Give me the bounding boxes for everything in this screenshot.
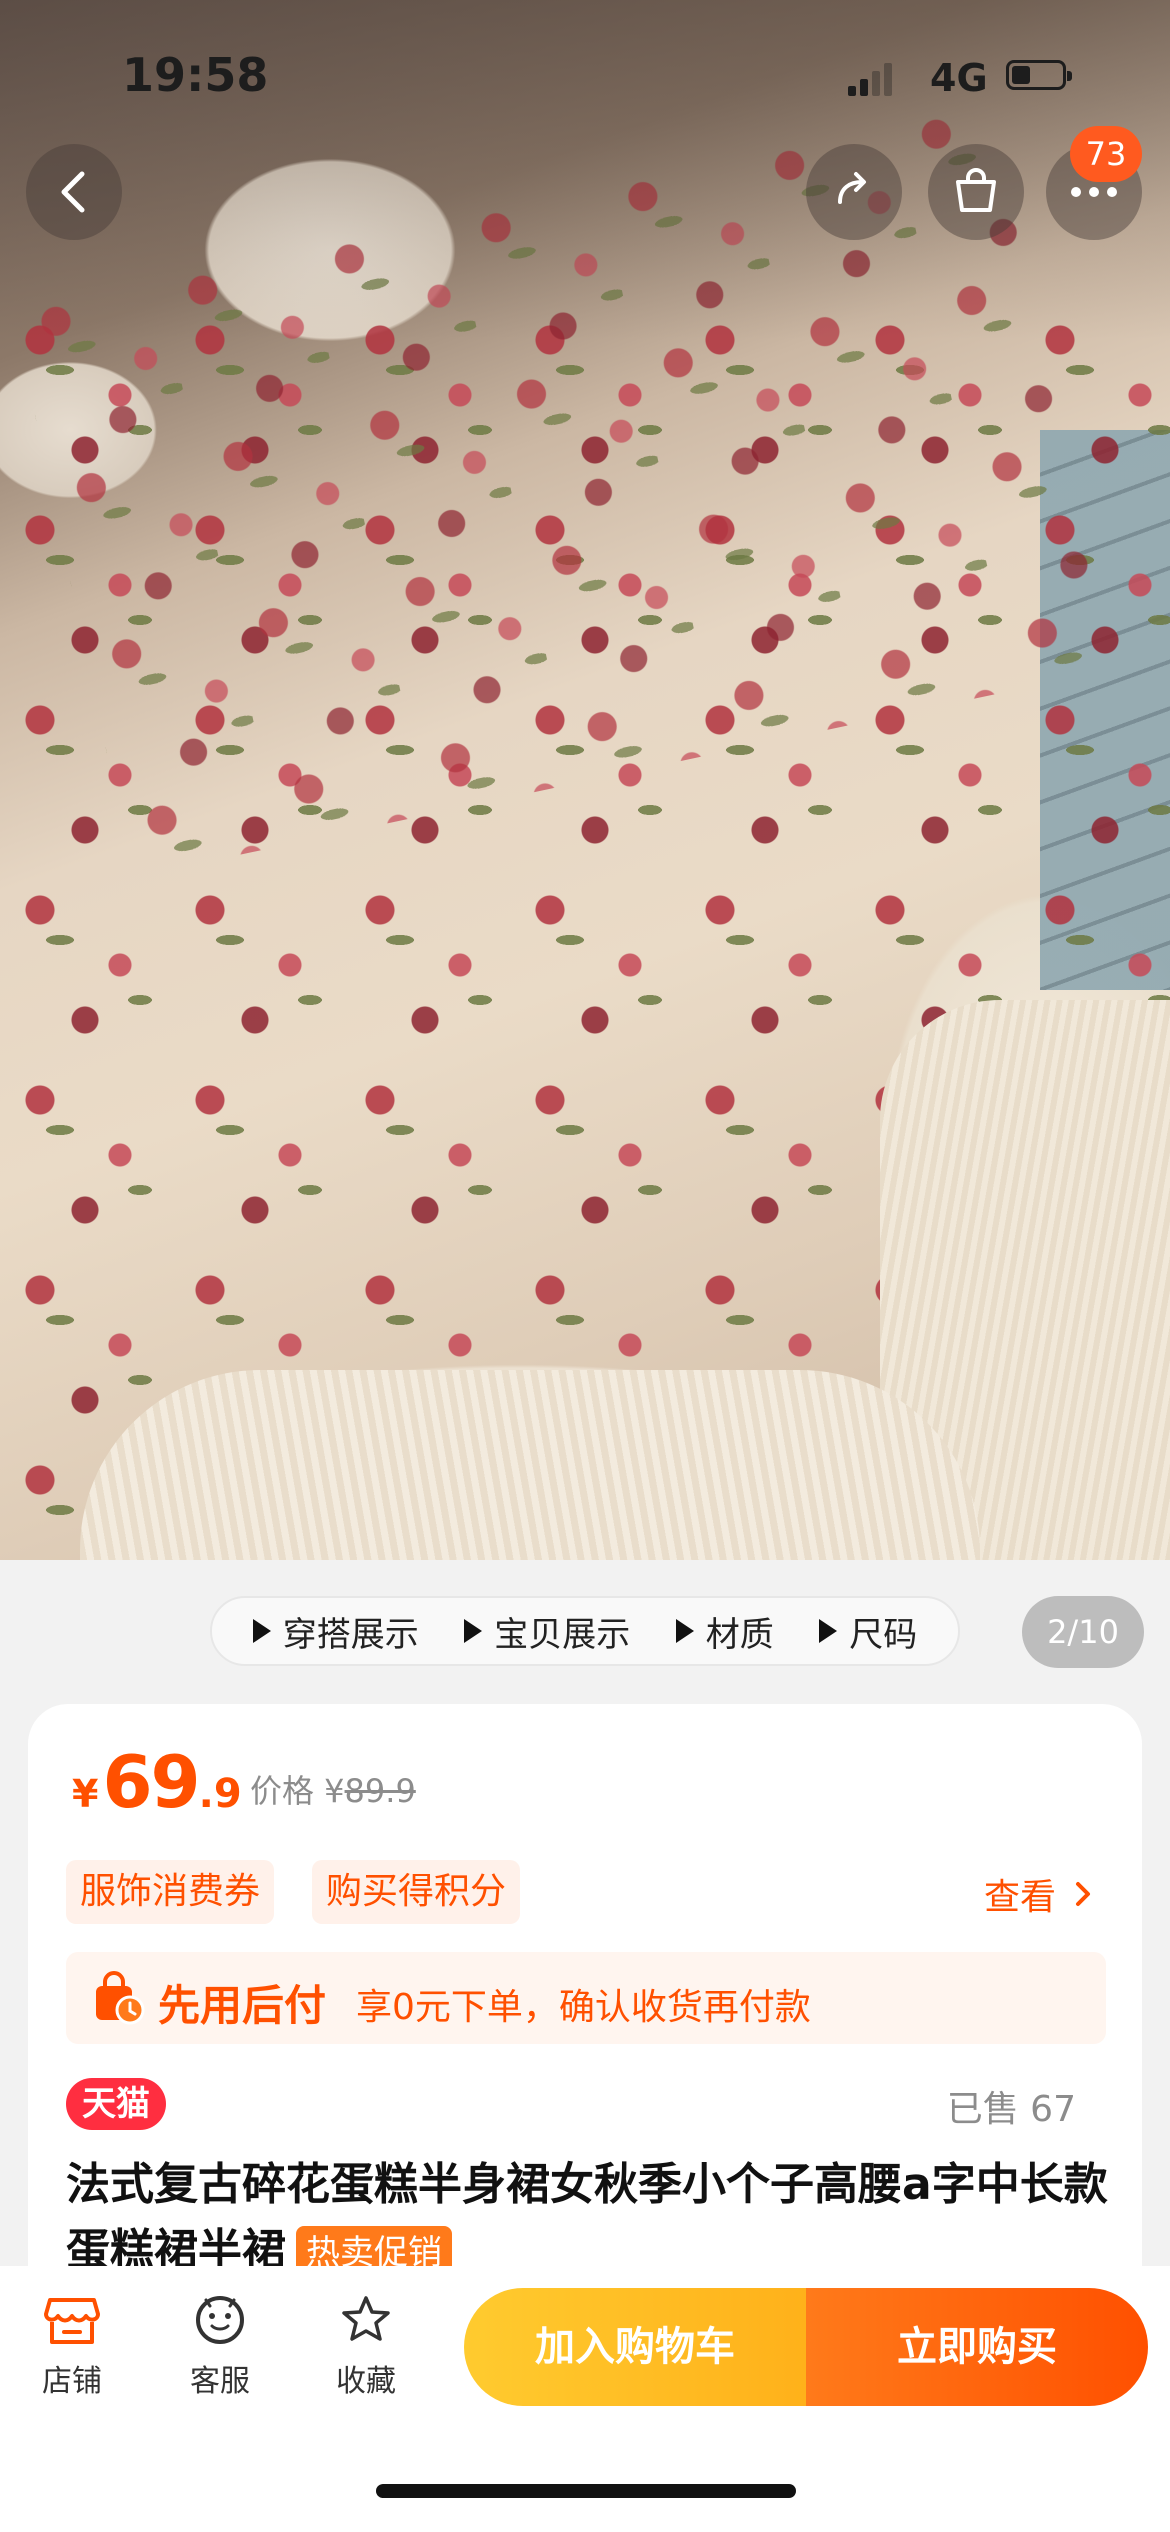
favorite-button[interactable]: 收藏 [306,2292,426,2400]
chevron-right-icon [1076,1882,1090,1906]
network-type: 4G [930,56,988,100]
signal-icon [848,62,896,96]
tab-material[interactable]: 材质 [675,1607,774,1656]
status-bar: 19:58 4G [0,0,1170,150]
tab-item[interactable]: 宝贝展示 [464,1607,630,1656]
cart-button[interactable] [928,144,1024,240]
shop-label: 店铺 [42,2364,102,2399]
view-promos-link[interactable]: 查看 [984,1868,1092,1920]
points-chip[interactable]: 购买得积分 [312,1860,521,1924]
original-price: 价格 ¥89.9 [250,1766,416,1812]
more-icon [1071,187,1117,197]
cart-count-badge: 73 [1070,126,1142,182]
purchase-buttons: 加入购物车 立即购买 [464,2288,1148,2406]
chat-face-icon [196,2296,244,2344]
play-icon [675,1619,694,1643]
favorite-label: 收藏 [336,2364,396,2399]
share-button[interactable] [806,144,902,240]
tab-label: 宝贝展示 [494,1614,631,1655]
gallery-tabs: 穿搭展示 宝贝展示 材质 尺码 [210,1596,960,1666]
product-title: 法式复古碎花蛋糕半身裙女秋季小个子高腰a字中长款蛋糕裙半裙 热卖促销 [66,2152,1116,2284]
shopping-bag-icon [96,1971,145,2025]
buy-now-button[interactable]: 立即购买 [806,2288,1148,2406]
cart-icon [956,168,996,212]
product-page: 19:58 4G 73 穿搭展示 宝贝展示 材质 尺码 2/10 ¥ 69 .9 [0,0,1170,2532]
tab-size[interactable]: 尺码 [819,1607,917,1656]
star-icon [342,2296,390,2341]
tab-outfit[interactable]: 穿搭展示 [252,1607,419,1656]
coupon-chip[interactable]: 服饰消费券 [66,1860,275,1924]
price-decimal: .9 [198,1771,242,1817]
tmall-badge: 天猫 [66,2078,166,2130]
sweater-hem [80,1370,980,1560]
play-icon [464,1619,483,1643]
home-indicator[interactable] [376,2484,796,2498]
tab-label: 材质 [705,1614,774,1655]
shop-button[interactable]: 店铺 [12,2292,132,2400]
chevron-left-icon [61,171,85,213]
original-price-value: 89.9 [344,1772,416,1810]
view-label: 查看 [983,1877,1056,1918]
original-price-label: 价格 ¥ [250,1772,345,1810]
tab-label: 穿搭展示 [282,1614,419,1655]
price-integer: 69 [102,1740,200,1824]
customer-service-button[interactable]: 客服 [160,2292,280,2400]
pay-later-desc: 享0元下单，确认收货再付款 [356,1987,811,2028]
play-icon [252,1619,271,1643]
service-label: 客服 [190,2364,250,2399]
store-icon [44,2298,100,2344]
status-time: 19:58 [122,48,269,102]
pay-later-banner[interactable]: 先用后付 享0元下单，确认收货再付款 [66,1952,1106,2044]
play-icon [819,1619,838,1643]
pay-later-title: 先用后付 [158,1981,327,2030]
battery-icon [1006,60,1072,90]
back-button[interactable] [26,144,122,240]
product-title-text: 法式复古碎花蛋糕半身裙女秋季小个子高腰a字中长款蛋糕裙半裙 [66,2159,1108,2276]
price-currency: ¥ [72,1772,99,1816]
add-to-cart-button[interactable]: 加入购物车 [464,2288,806,2406]
sold-count: 已售 67 [946,2089,1076,2130]
share-icon [838,172,866,204]
image-counter: 2/10 [1022,1596,1144,1668]
current-price: ¥ 69 .9 [72,1740,242,1824]
tab-label: 尺码 [849,1614,918,1655]
